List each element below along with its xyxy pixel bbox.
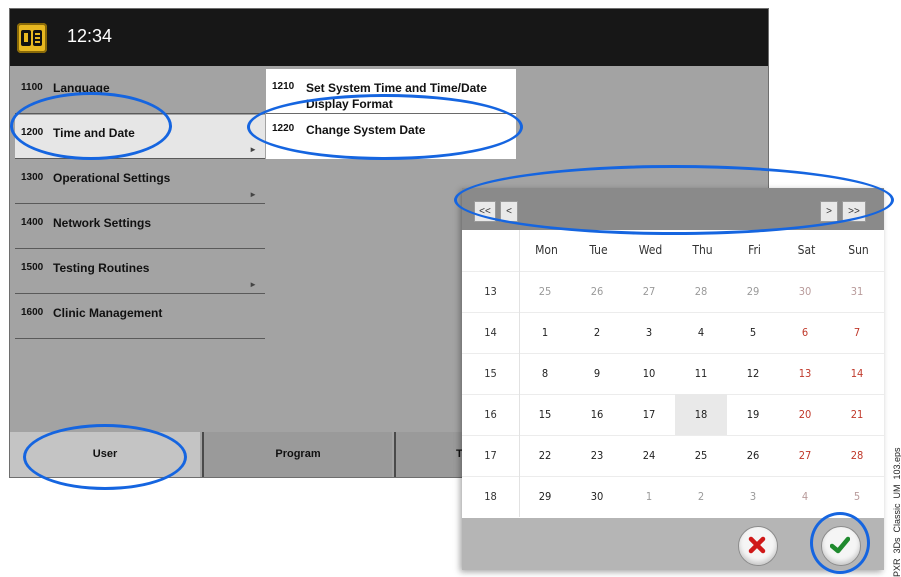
submenu-item-number: 1210 <box>272 81 295 92</box>
calendar-day-mon[interactable]: 8 <box>519 353 571 394</box>
cancel-button[interactable] <box>738 526 778 566</box>
calendar-day-wed[interactable]: 1 <box>623 476 675 517</box>
calendar-day-tue[interactable]: 9 <box>571 353 623 394</box>
calendar-day-tue[interactable]: 2 <box>571 312 623 353</box>
calendar-week-row: 14 1 2 3 4 5 6 7 <box>462 312 884 353</box>
highlight-oval-confirm <box>810 512 870 574</box>
calendar-day-mon[interactable]: 25 <box>519 271 571 312</box>
calendar-day-sun[interactable]: 14 <box>831 353 883 394</box>
day-header-thu: Thu <box>692 243 713 257</box>
top-bar: 12:34 <box>10 9 768 66</box>
highlight-oval-time-and-date <box>10 92 172 160</box>
calendar-day-fri[interactable]: 12 <box>727 353 779 394</box>
calendar-day-thu[interactable]: 2 <box>675 476 727 517</box>
calendar-week-row: 18 29 30 1 2 3 4 5 <box>462 476 884 517</box>
calendar-day-fri[interactable]: 29 <box>727 271 779 312</box>
submenu-arrow-icon: ► <box>249 190 257 199</box>
menu-item-label: Testing Routines <box>53 261 150 275</box>
week-number-header <box>462 230 520 271</box>
week-number: 17 <box>462 435 520 476</box>
highlight-oval-change-date <box>247 94 523 160</box>
day-header-fri: Fri <box>748 243 761 257</box>
menu-item-label: Network Settings <box>53 216 152 230</box>
calendar-day-fri[interactable]: 3 <box>727 476 779 517</box>
calendar-week-row: 17 22 23 24 25 26 27 28 <box>462 435 884 476</box>
day-header-mon: Mon <box>535 243 558 257</box>
date-picker-calendar: << < > >> Mon Tue Wed Thu Fri Sat Sun 13… <box>462 188 884 570</box>
calendar-day-fri[interactable]: 5 <box>727 312 779 353</box>
calendar-day-wed[interactable]: 27 <box>623 271 675 312</box>
calendar-day-mon[interactable]: 1 <box>519 312 571 353</box>
calendar-day-sun[interactable]: 7 <box>831 312 883 353</box>
calendar-day-sun[interactable]: 28 <box>831 435 883 476</box>
submenu-arrow-icon: ► <box>249 145 257 154</box>
week-number: 15 <box>462 353 520 394</box>
day-header-sat: Sat <box>797 243 816 257</box>
menu-item-number: 1400 <box>21 217 44 228</box>
calendar-day-sun[interactable]: 31 <box>831 271 883 312</box>
calendar-day-wed[interactable]: 17 <box>623 394 675 435</box>
calendar-day-thu[interactable]: 18 <box>675 394 727 435</box>
highlight-oval-user-tab <box>23 424 187 490</box>
calendar-day-sat[interactable]: 27 <box>779 435 831 476</box>
menu-item-number: 1300 <box>21 172 44 183</box>
menu-item-operational-settings[interactable]: 1300 Operational Settings ► <box>15 160 265 204</box>
week-number: 16 <box>462 394 520 435</box>
menu-item-number: 1500 <box>21 262 44 273</box>
day-header-tue: Tue <box>589 243 608 257</box>
calendar-day-thu[interactable]: 28 <box>675 271 727 312</box>
calendar-day-fri[interactable]: 19 <box>727 394 779 435</box>
calendar-day-sat[interactable]: 4 <box>779 476 831 517</box>
calendar-day-tue[interactable]: 26 <box>571 271 623 312</box>
day-header-row: Mon Tue Wed Thu Fri Sat Sun <box>462 230 884 271</box>
calendar-day-mon[interactable]: 15 <box>519 394 571 435</box>
figure-caption: PXR_3Ds_Classic_UM_103.eps <box>892 447 901 577</box>
device-logo-icon[interactable] <box>17 23 47 53</box>
day-header-sun: Sun <box>848 243 869 257</box>
calendar-day-thu[interactable]: 4 <box>675 312 727 353</box>
menu-item-number: 1600 <box>21 307 44 318</box>
calendar-week-row: 13 25 26 27 28 29 30 31 <box>462 271 884 312</box>
calendar-week-row: 16 15 16 17 18 19 20 21 <box>462 394 884 435</box>
menu-item-clinic-management[interactable]: 1600 Clinic Management <box>15 295 265 339</box>
calendar-day-thu[interactable]: 25 <box>675 435 727 476</box>
menu-item-testing-routines[interactable]: 1500 Testing Routines ► <box>15 250 265 294</box>
calendar-day-mon[interactable]: 22 <box>519 435 571 476</box>
calendar-day-sat[interactable]: 13 <box>779 353 831 394</box>
highlight-oval-calendar-header <box>454 165 894 235</box>
calendar-day-fri[interactable]: 26 <box>727 435 779 476</box>
calendar-day-sat[interactable]: 20 <box>779 394 831 435</box>
cancel-x-icon <box>748 536 766 554</box>
calendar-day-tue[interactable]: 23 <box>571 435 623 476</box>
calendar-day-wed[interactable]: 3 <box>623 312 675 353</box>
week-number: 14 <box>462 312 520 353</box>
calendar-day-tue[interactable]: 16 <box>571 394 623 435</box>
calendar-day-sun[interactable]: 21 <box>831 394 883 435</box>
menu-item-label: Operational Settings <box>53 171 171 185</box>
calendar-day-tue[interactable]: 30 <box>571 476 623 517</box>
menu-item-label: Clinic Management <box>53 306 163 320</box>
calendar-grid: Mon Tue Wed Thu Fri Sat Sun 13 25 26 27 28 29… <box>462 230 884 518</box>
calendar-week-row: 15 8 9 10 11 12 13 14 <box>462 353 884 394</box>
calendar-day-wed[interactable]: 10 <box>623 353 675 394</box>
calendar-day-sun[interactable]: 5 <box>831 476 883 517</box>
week-number: 18 <box>462 476 520 517</box>
week-number: 13 <box>462 271 520 312</box>
calendar-day-mon[interactable]: 29 <box>519 476 571 517</box>
submenu-arrow-icon: ► <box>249 280 257 289</box>
menu-item-network-settings[interactable]: 1400 Network Settings <box>15 205 265 249</box>
calendar-day-thu[interactable]: 11 <box>675 353 727 394</box>
day-header-wed: Wed <box>638 243 663 257</box>
menu-item-number: 1100 <box>21 82 43 93</box>
tab-program[interactable]: Program <box>202 432 392 477</box>
calendar-day-wed[interactable]: 24 <box>623 435 675 476</box>
calendar-day-sat[interactable]: 6 <box>779 312 831 353</box>
clock-display: 12:34 <box>67 26 113 46</box>
calendar-day-sat[interactable]: 30 <box>779 271 831 312</box>
